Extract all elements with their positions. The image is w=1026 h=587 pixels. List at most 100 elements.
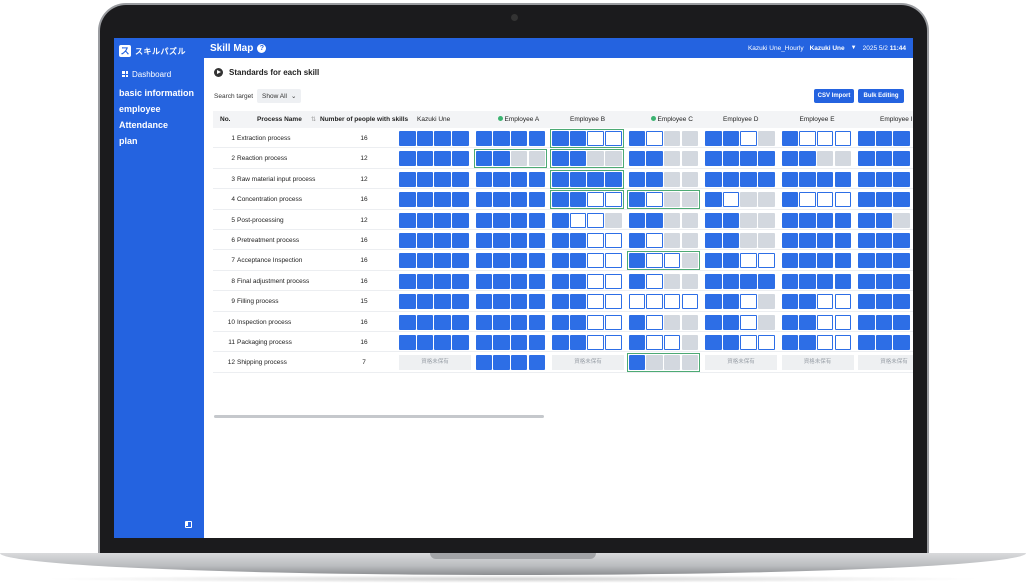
skill-level-cell[interactable]: [781, 171, 852, 187]
skill-level-cell[interactable]: [858, 294, 910, 310]
skill-level-cell[interactable]: [781, 192, 852, 208]
skill-level-cell[interactable]: [858, 334, 910, 350]
horizontal-scrollbar[interactable]: [214, 415, 544, 418]
skill-level-cell[interactable]: [705, 334, 775, 350]
skill-level-cell[interactable]: [705, 212, 775, 228]
skill-level-cell[interactable]: [552, 212, 622, 228]
table-row[interactable]: 3 Raw material input process 12: [213, 169, 913, 190]
skill-level-cell[interactable]: [858, 192, 910, 208]
table-row[interactable]: 12 Shipping process 7 資格未保有 資格未保有 資格未保有 資格未保有資…: [213, 352, 913, 373]
skill-level-cell[interactable]: [399, 314, 469, 330]
skill-level-cell[interactable]: [628, 232, 699, 248]
skill-level-cell[interactable]: [475, 192, 546, 208]
sidebar-item-attendance[interactable]: Attendance: [119, 117, 204, 133]
skill-level-cell[interactable]: [475, 294, 546, 310]
col-header-process-name[interactable]: Process Name: [257, 116, 302, 123]
bulk-editing-button[interactable]: Bulk Editing: [858, 89, 904, 103]
col-header-employee[interactable]: Employee A: [497, 116, 539, 123]
skill-level-cell[interactable]: [781, 294, 852, 310]
not-qualified-cell[interactable]: 資格未保有: [858, 355, 913, 371]
skill-level-cell[interactable]: [858, 253, 910, 269]
skill-level-cell[interactable]: [781, 232, 852, 248]
skill-level-cell[interactable]: [705, 314, 775, 330]
skill-level-cell[interactable]: [705, 294, 775, 310]
skill-level-cell[interactable]: [550, 190, 624, 210]
not-qualified-cell[interactable]: 資格未保有: [781, 355, 854, 371]
skill-level-cell[interactable]: [475, 334, 546, 350]
not-qualified-cell[interactable]: 資格未保有: [399, 355, 471, 371]
skill-level-cell[interactable]: [781, 334, 852, 350]
col-header-employee[interactable]: Employee C: [650, 116, 693, 123]
sort-icon[interactable]: ⇅: [311, 116, 316, 123]
skill-level-cell[interactable]: [475, 171, 546, 187]
col-header-count[interactable]: Number of people with skills: [320, 116, 408, 123]
table-row[interactable]: 5 Post-processing 12: [213, 210, 913, 230]
chevron-down-icon[interactable]: ▼: [851, 45, 857, 51]
skill-level-cell[interactable]: [399, 334, 469, 350]
skill-level-cell[interactable]: [552, 294, 622, 310]
sidebar-item-plan[interactable]: plan: [119, 133, 204, 149]
table-row[interactable]: 6 Pretreatment process 16: [213, 230, 913, 251]
table-row[interactable]: 9 Filling process 15: [213, 291, 913, 312]
col-header-employee[interactable]: Employee B: [570, 116, 605, 123]
skill-level-cell[interactable]: [552, 273, 622, 289]
skill-level-cell[interactable]: [475, 355, 546, 371]
skill-level-cell[interactable]: [552, 232, 622, 248]
col-header-employee[interactable]: Employee I: [880, 116, 913, 123]
skill-level-cell[interactable]: [858, 273, 910, 289]
skill-level-cell[interactable]: [475, 131, 546, 146]
skill-level-cell[interactable]: [628, 294, 699, 310]
table-row[interactable]: 11 Packaging process 16: [213, 332, 913, 353]
table-row[interactable]: 4 Concentration process 16: [213, 189, 913, 210]
skill-level-cell[interactable]: [399, 171, 469, 187]
skill-level-cell[interactable]: [552, 314, 622, 330]
skill-level-cell[interactable]: [473, 149, 548, 169]
table-row[interactable]: 10 Inspection process 16: [213, 312, 913, 332]
sidebar-item-basic-information[interactable]: basic information: [119, 85, 204, 101]
col-header-employee[interactable]: Employee D: [723, 116, 758, 123]
skill-level-cell[interactable]: [399, 131, 469, 146]
skill-level-cell[interactable]: [626, 190, 701, 210]
skill-level-cell[interactable]: [781, 151, 852, 167]
expand-arrow-icon[interactable]: [214, 68, 223, 77]
skill-level-cell[interactable]: [858, 314, 910, 330]
skill-level-cell[interactable]: [399, 273, 469, 289]
skill-level-cell[interactable]: [628, 314, 699, 330]
skill-level-cell[interactable]: [781, 131, 852, 146]
skill-level-cell[interactable]: [475, 232, 546, 248]
sidebar-item-employee[interactable]: employee: [119, 101, 204, 117]
skill-level-cell[interactable]: [781, 253, 852, 269]
skill-level-cell[interactable]: [705, 171, 775, 187]
not-qualified-cell[interactable]: 資格未保有: [552, 355, 624, 371]
skill-level-cell[interactable]: [552, 253, 622, 269]
skill-level-cell[interactable]: [705, 131, 775, 146]
skill-level-cell[interactable]: [858, 232, 910, 248]
skill-level-cell[interactable]: [399, 232, 469, 248]
skill-level-cell[interactable]: [781, 212, 852, 228]
skill-level-cell[interactable]: [628, 171, 699, 187]
skill-level-cell[interactable]: [550, 149, 624, 169]
skill-level-cell[interactable]: [475, 253, 546, 269]
skill-level-cell[interactable]: [705, 273, 775, 289]
skill-level-cell[interactable]: [705, 151, 775, 167]
sidebar-item-dashboard[interactable]: Dashboard: [122, 69, 204, 79]
skill-level-cell[interactable]: [475, 273, 546, 289]
user-menu[interactable]: Kazuki Une: [810, 45, 845, 52]
col-header-employee[interactable]: Employee E: [800, 116, 835, 123]
csv-import-button[interactable]: CSV Import: [814, 89, 854, 103]
skill-level-cell[interactable]: [628, 334, 699, 350]
skill-level-cell[interactable]: [399, 212, 469, 228]
table-row[interactable]: 7 Acceptance Inspection 16: [213, 250, 913, 271]
skill-level-cell[interactable]: [858, 131, 910, 146]
skill-level-cell[interactable]: [399, 294, 469, 310]
skill-level-cell[interactable]: [628, 212, 699, 228]
search-target-select[interactable]: Show All ⌄: [257, 89, 302, 103]
skill-level-cell[interactable]: [475, 314, 546, 330]
skill-level-cell[interactable]: [550, 129, 624, 148]
skill-level-cell[interactable]: [858, 212, 910, 228]
sidebar-collapse-icon[interactable]: [185, 521, 192, 528]
skill-level-cell[interactable]: [550, 169, 624, 189]
skill-level-cell[interactable]: [399, 253, 469, 269]
skill-level-cell[interactable]: [858, 151, 910, 167]
skill-level-cell[interactable]: [705, 232, 775, 248]
